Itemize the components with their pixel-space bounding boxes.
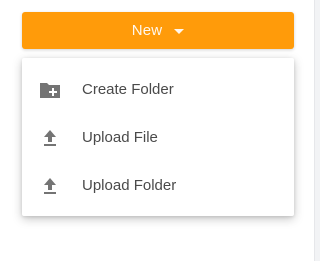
menu-item-create-folder[interactable]: Create Folder bbox=[22, 66, 294, 114]
menu-item-upload-file[interactable]: Upload File bbox=[22, 114, 294, 162]
folder-add-icon bbox=[40, 83, 60, 98]
upload-icon bbox=[44, 130, 56, 146]
upload-icon bbox=[44, 178, 56, 194]
menu-item-label: Create Folder bbox=[82, 81, 174, 98]
right-panel-edge bbox=[314, 0, 320, 261]
menu-item-label: Upload File bbox=[82, 129, 158, 146]
new-dropdown-menu: Create Folder Upload File Upload Folder bbox=[22, 58, 294, 216]
menu-item-label: Upload Folder bbox=[82, 177, 177, 194]
new-button-label: New bbox=[131, 22, 163, 39]
new-button[interactable]: New bbox=[22, 12, 294, 49]
menu-item-upload-folder[interactable]: Upload Folder bbox=[22, 162, 294, 210]
chevron-down-icon bbox=[174, 29, 185, 34]
